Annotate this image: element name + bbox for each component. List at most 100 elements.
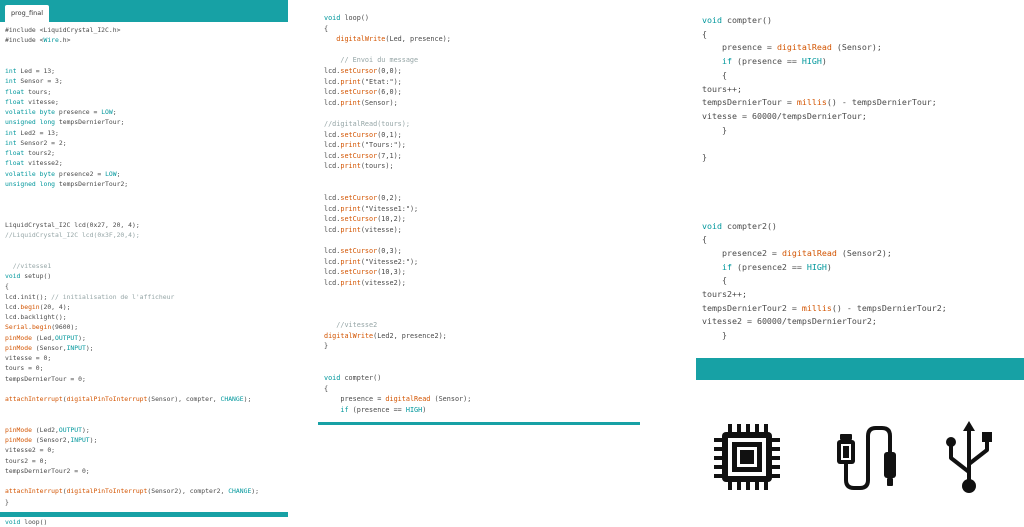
code-line: { (702, 69, 727, 80)
code-line: lcd.print("Vitesse2:"); (324, 257, 419, 266)
code-line: { (5, 282, 9, 291)
code-editor[interactable]: #include <LiquidCrystal_I2C.h> #include <… (0, 22, 288, 526)
code-line: LiquidCrystal_I2C lcd(0x27, 20, 4); (5, 220, 140, 229)
code-line: if (presence == HIGH) (721, 56, 827, 67)
code-line: { (324, 384, 329, 393)
code-line: int Sensor = 3; (5, 77, 63, 86)
code-line: presence = digitalRead (Sensor); (702, 42, 882, 53)
snippet-footer-bar (696, 358, 1024, 380)
code-line: { (702, 28, 707, 39)
code-line: void compter() (702, 15, 772, 25)
code-line: presence2 = digitalRead (Sensor2); (702, 247, 892, 258)
code-line: int Led2 = 13; (5, 128, 59, 137)
code-line: tours = 0; (5, 364, 44, 373)
code-line: { (324, 24, 329, 33)
code-line: float tours; (5, 87, 52, 96)
code-line: lcd.print("Tours:"); (324, 141, 406, 150)
code-line: // Envoi du message (324, 56, 419, 65)
code-line: { (702, 234, 707, 245)
code-line: unsigned long tempsDernierTour2; (5, 179, 129, 188)
code-line: lcd.setCursor(0,0); (324, 66, 402, 75)
code-line: } (702, 124, 727, 135)
code-line: lcd.setCursor(0,1); (324, 130, 402, 139)
code-line: lcd.setCursor(0,3); (324, 247, 402, 256)
code-line: digitalWrite(Led2, presence2); (324, 331, 447, 340)
code-line: #include <Wire.h> (5, 36, 71, 45)
tab-prog-final[interactable]: prog_final (5, 5, 49, 22)
code-line: if (presence == HIGH) (340, 405, 427, 414)
code-line: //digitalRead(tours); (324, 119, 410, 128)
code-line: float vitesse2; (5, 159, 63, 168)
code-line: tempsDernierTour2 = 0; (5, 466, 90, 475)
code-line: tours2++; (702, 289, 747, 300)
code-line: void loop() (5, 518, 48, 526)
code-line: } (702, 330, 727, 341)
code-text-panel-3: void compter() { presence = digitalRead (… (702, 14, 947, 370)
code-text-panel-1: #include <LiquidCrystal_I2C.h> #include <… (5, 25, 259, 527)
code-line: int Led = 13; (5, 67, 56, 75)
code-line: digitalWrite(Led, presence); (336, 35, 451, 44)
code-line: float tours2; (5, 149, 56, 157)
arduino-editor-window: prog_final #include <LiquidCrystal_I2C.h… (0, 0, 288, 526)
code-snippet-compter: void compter() { presence = digitalRead (… (696, 0, 1024, 380)
code-line: vitesse = 60000/tempsDernierTour; (702, 110, 867, 121)
code-line: lcd.setCursor(7,1); (324, 151, 402, 160)
code-snippet-loop: void loop() { digitalWrite(Led, presence)… (318, 0, 640, 425)
code-line: pinMode (Sensor2,INPUT); (5, 436, 98, 444)
code-line: tempsDernierTour = 0; (5, 374, 86, 383)
code-line: volatile byte presence2 = LOW; (5, 169, 121, 178)
code-line: unsigned long tempsDernierTour; (5, 118, 125, 127)
code-line: } (324, 342, 329, 351)
code-text-panel-2: void loop() { digitalWrite(Led, presence)… (324, 13, 471, 416)
code-line: attachInterrupt(digitalPinToInterrupt(Se… (5, 395, 252, 403)
code-line: pinMode (Sensor,INPUT); (5, 343, 94, 352)
code-line: lcd.setCursor(0,2); (324, 194, 402, 203)
code-line: pinMode (Led2,OUTPUT); (5, 425, 90, 434)
usb-symbol-icon (946, 421, 992, 493)
code-line: float vitesse; (5, 97, 59, 106)
code-line: pinMode (Led,OUTPUT); (5, 333, 86, 342)
code-line: void compter2() (702, 220, 777, 231)
code-line: #include <LiquidCrystal_I2C.h> (5, 26, 121, 34)
code-line: lcd.print(vitesse); (324, 225, 402, 234)
code-line: int Sensor2 = 2; (5, 138, 67, 147)
code-line: lcd.init(); // initialisation de l'affic… (5, 292, 175, 301)
microchip-icon (714, 424, 780, 490)
code-line: attachInterrupt(digitalPinToInterrupt(Se… (5, 487, 259, 496)
code-line: lcd.print(tours); (324, 162, 394, 171)
code-line: tempsDernierTour = millis() - tempsDerni… (702, 97, 937, 108)
code-line: lcd.setCursor(10,3); (324, 268, 406, 277)
code-line: lcd.setCursor(6,0); (324, 88, 402, 97)
code-line: lcd.print("Etat:"); (324, 77, 402, 86)
code-line: tempsDernierTour2 = millis() - tempsDern… (702, 302, 947, 313)
code-line: tours2 = 0; (5, 456, 48, 465)
code-line: tours++; (702, 83, 742, 94)
code-line: void setup() (5, 272, 52, 280)
code-line: void loop() (324, 14, 370, 22)
code-line: void compter() (324, 374, 382, 383)
editor-tab-bar: prog_final (0, 0, 288, 22)
